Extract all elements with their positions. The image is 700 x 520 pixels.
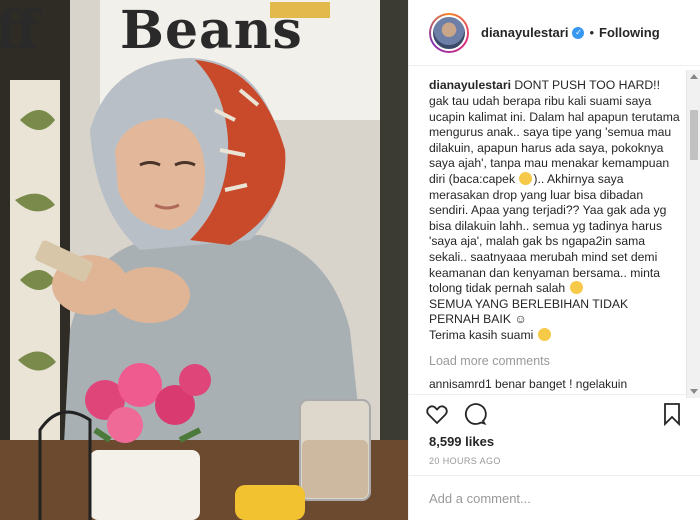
header-separator: • [589, 25, 594, 41]
grin-emoji-icon [569, 281, 583, 295]
scroll-up-arrow-icon[interactable] [690, 74, 698, 79]
next-comment-preview: annisamrd1 benar banget ! ngelakuin [429, 377, 628, 392]
action-bar [409, 394, 700, 432]
caption-username[interactable]: dianayulestari [429, 78, 511, 92]
like-heart-icon[interactable] [425, 402, 449, 426]
avatar[interactable] [429, 12, 469, 53]
post-view: ff Beans dianayulestari ✓ • Following di… [0, 0, 700, 520]
scroll-down-arrow-icon[interactable] [690, 389, 698, 394]
post-side-panel: dianayulestari ✓ • Following dianayulest… [408, 0, 700, 520]
caption-text-part2: ).. Akhirnya saya merasakan drop yang lu… [429, 172, 670, 296]
post-photo[interactable]: ff Beans [0, 0, 408, 520]
post-header: dianayulestari ✓ • Following [409, 0, 700, 67]
verified-badge-icon: ✓ [572, 26, 585, 39]
avatar-image [431, 14, 467, 51]
caption-line-terima: Terima kasih suami [429, 327, 537, 342]
comments-area[interactable]: dianayulestari DONT PUSH TOO HARD!! gak … [409, 66, 700, 394]
likes-count[interactable]: 8,599 likes [409, 432, 700, 452]
photo-illustration [0, 0, 408, 520]
comment-bubble-icon[interactable] [463, 402, 487, 426]
photo-sign-text: Beans [120, 0, 303, 61]
laugh-emoji-icon [537, 327, 551, 341]
scroll-thumb[interactable] [690, 110, 698, 160]
add-comment-input[interactable]: Add a comment... [409, 475, 700, 520]
following-button[interactable]: Following [599, 25, 660, 40]
save-bookmark-icon[interactable] [660, 402, 684, 427]
comments-scrollbar[interactable] [686, 70, 700, 398]
caption-line-semua: SEMUA YANG BERLEBIHAN TIDAK PERNAH BAIK … [429, 296, 632, 327]
caption: dianayulestari DONT PUSH TOO HARD!! gak … [429, 78, 680, 343]
caption-text-part1: DONT PUSH TOO HARD!! gak tau udah berapa… [429, 78, 684, 186]
tongue-emoji-icon [519, 172, 533, 185]
load-more-comments-link[interactable]: Load more comments [429, 354, 680, 370]
post-timestamp[interactable]: 20 HOURS AGO [409, 452, 700, 475]
header-username[interactable]: dianayulestari [481, 25, 568, 40]
photo-sign-text-left: ff [0, 0, 39, 61]
